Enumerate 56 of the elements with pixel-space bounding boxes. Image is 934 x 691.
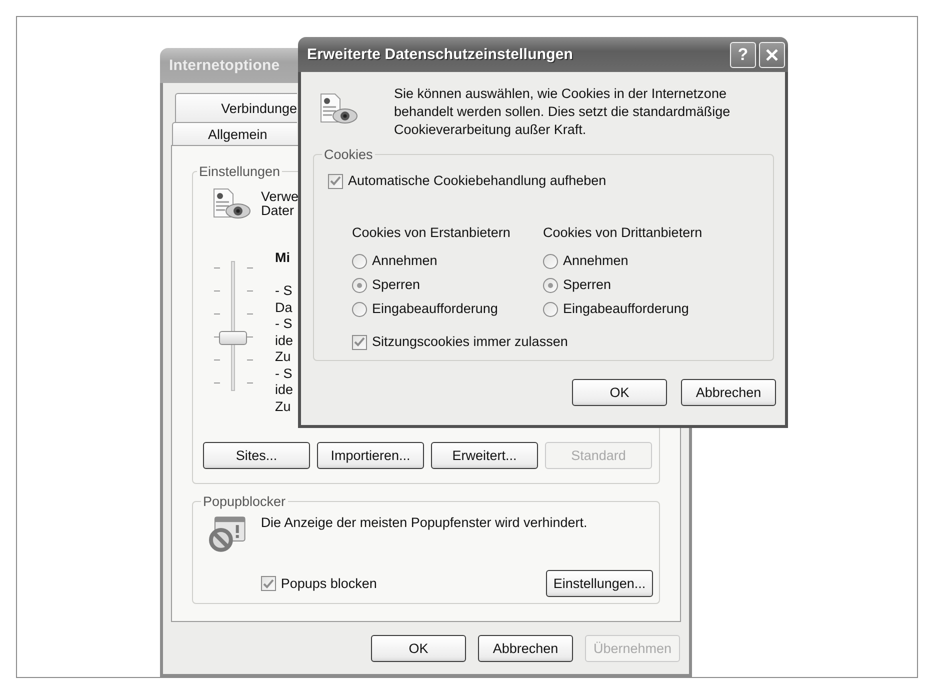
button[interactable]: OK (572, 379, 667, 406)
check-icon (330, 176, 341, 186)
button[interactable]: Importieren... (317, 442, 424, 469)
radio-button[interactable] (352, 302, 367, 316)
slider-thumb[interactable] (219, 330, 247, 344)
radio-label: Annehmen (372, 253, 438, 269)
popup-description: Die Anzeige der meisten Popupfenster wird verhindert. (260, 515, 588, 531)
popup-blocked-icon (207, 515, 247, 552)
checkbox-label: Sitzungscookies immer zulassen (372, 334, 568, 350)
checkbox[interactable] (260, 576, 276, 591)
level-title: Mi (275, 249, 291, 266)
document-eye-icon (318, 93, 358, 125)
checkbox-label: Popups blocken (280, 576, 377, 592)
settings-button[interactable]: Einstellungen... (546, 570, 653, 597)
level-description: ide (275, 332, 294, 349)
button[interactable]: Abbrechen (478, 635, 573, 662)
level-description: Zu (275, 349, 292, 366)
group-legend: Popupblocker (201, 494, 288, 509)
level-description: - S (275, 366, 294, 382)
radio-label: Annehmen (563, 253, 628, 269)
radio-button[interactable] (352, 278, 367, 292)
description-text: Verwe (261, 190, 299, 204)
radio-button[interactable] (352, 254, 367, 268)
level-description: - S (275, 316, 294, 332)
button[interactable]: OK (371, 635, 466, 662)
column-heading: Cookies von Drittanbietern (543, 225, 704, 241)
description-text: Dater (261, 204, 296, 218)
checkbox[interactable] (328, 174, 343, 188)
check-icon (262, 578, 274, 588)
title-bar: Erweiterte Datenschutzeinstellungen ? (298, 37, 788, 72)
radio-label: Sperren (372, 277, 420, 293)
radio-label: Eingabeaufforderung (563, 301, 689, 317)
level-description: Zu (275, 398, 292, 415)
group-legend: Einstellungen (197, 164, 282, 179)
button[interactable]: Abbrechen (681, 379, 776, 406)
column-heading: Cookies von Erstanbietern (352, 225, 512, 241)
group-legend: Cookies (322, 147, 375, 162)
radio-button[interactable] (543, 302, 558, 316)
close-button[interactable] (759, 42, 785, 68)
radio-label: Sperren (563, 277, 612, 293)
intro-text: Sie können auswählen, wie Cookies in der Internetzone behandelt werden sollen. Dies setzt die standardmäßige Cookieverarbeitung außer Kraft. (394, 85, 732, 139)
radio-button[interactable] (543, 254, 558, 268)
tab[interactable]: Allgemein (172, 122, 297, 145)
level-description: ide (275, 382, 294, 398)
radio-label: Eingabeaufforderung (372, 301, 498, 317)
tab[interactable]: Verbindunge (175, 93, 297, 122)
button[interactable]: Sites... (203, 442, 310, 469)
radio-button[interactable] (543, 278, 558, 292)
document-eye-icon (211, 188, 251, 220)
close-icon (765, 48, 779, 62)
check-icon (354, 337, 365, 347)
checkbox-label: Automatische Cookiebehandlung aufheben (348, 173, 606, 189)
level-description: - S (275, 283, 294, 300)
checkbox[interactable] (352, 334, 367, 350)
level-description: Da (275, 300, 294, 316)
button[interactable]: Erweitert... (431, 442, 538, 469)
